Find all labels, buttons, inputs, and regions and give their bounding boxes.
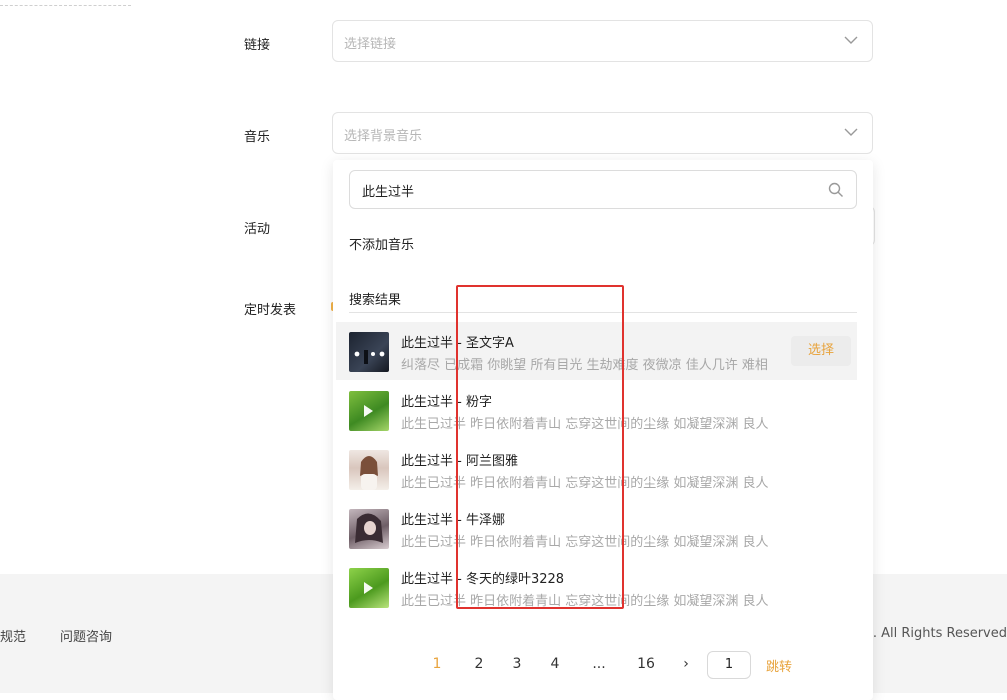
next-page-icon[interactable]: › — [676, 656, 696, 672]
music-search-input[interactable] — [362, 180, 802, 200]
song-lyric: 此生已过半 昨日依附着青山 忘穿这世间的尘缘 如凝望深渊 良人 — [401, 594, 769, 609]
chevron-up-icon — [844, 128, 858, 136]
search-icon[interactable] — [828, 182, 844, 198]
portrait-image — [360, 456, 378, 490]
page-4[interactable]: 4 — [545, 656, 565, 672]
song-title: 此生过半 - 冬天的绿叶3228 — [401, 572, 565, 587]
select-song-button[interactable]: 选择 — [791, 336, 851, 366]
page-1[interactable]: 1 — [427, 656, 447, 672]
song-title: 此生过半 - 圣文字A — [401, 336, 514, 351]
chevron-down-icon — [844, 36, 858, 44]
song-item[interactable]: 此生过半 - 阿兰图雅 此生已过半 昨日依附着青山 忘穿这世间的尘缘 如凝望深渊… — [333, 440, 857, 498]
song-cover — [349, 391, 389, 431]
footer-link-help[interactable]: 问题咨询 — [60, 626, 112, 645]
song-item[interactable]: 此生过半 - 粉字 此生已过半 昨日依附着青山 忘穿这世间的尘缘 如凝望深渊 良… — [333, 381, 857, 439]
music-search-field[interactable] — [349, 170, 857, 209]
song-title: 此生过半 - 粉字 — [401, 395, 492, 410]
page-3[interactable]: 3 — [507, 656, 527, 672]
portrait-image — [355, 513, 383, 543]
song-lyric: 此生已过半 昨日依附着青山 忘穿这世间的尘缘 如凝望深渊 良人 — [401, 476, 769, 491]
footer-copyright: nc. All Rights Reserved — [857, 626, 1007, 641]
page-jump-input[interactable]: 1 — [707, 651, 751, 679]
song-lyric: 纠落尽 已成霜 你眺望 所有目光 生劫难度 夜微凉 佳人几许 难相 — [401, 358, 768, 373]
song-cover — [349, 568, 389, 608]
link-label: 链接 — [244, 38, 271, 53]
song-cover — [349, 450, 389, 490]
activity-label: 活动 — [244, 222, 271, 237]
music-label: 音乐 — [244, 130, 271, 145]
play-icon — [364, 582, 373, 594]
link-select-placeholder: 选择链接 — [344, 37, 397, 52]
song-cover — [349, 332, 389, 372]
schedule-label: 定时发表 — [244, 303, 297, 318]
link-select[interactable]: 选择链接 — [332, 20, 873, 62]
music-select-placeholder: 选择背景音乐 — [344, 129, 423, 144]
music-dropdown: 不添加音乐 搜索结果 此生过半 - 圣文字A 纠落尽 已成霜 你眺望 所有目光 … — [333, 160, 873, 700]
footer-link-guidelines[interactable]: 规范 — [0, 626, 26, 645]
song-title: 此生过半 - 阿兰图雅 — [401, 454, 518, 469]
play-icon — [364, 405, 373, 417]
search-results-title: 搜索结果 — [349, 293, 402, 308]
jump-button[interactable]: 跳转 — [766, 656, 792, 675]
song-cover — [349, 509, 389, 549]
page-16[interactable]: 16 — [633, 656, 659, 672]
page-ellipsis[interactable]: ... — [589, 656, 609, 672]
no-music-option[interactable]: 不添加音乐 — [349, 234, 414, 253]
pagination: 1 2 3 4 ... 16 › 1 跳转 — [333, 650, 873, 680]
music-select[interactable]: 选择背景音乐 — [332, 112, 873, 154]
song-title: 此生过半 - 牛泽娜 — [401, 513, 505, 528]
song-lyric: 此生已过半 昨日依附着青山 忘穿这世间的尘缘 如凝望深渊 良人 — [401, 417, 769, 432]
divider — [349, 312, 857, 313]
song-item[interactable]: 此生过半 - 牛泽娜 此生已过半 昨日依附着青山 忘穿这世间的尘缘 如凝望深渊 … — [333, 499, 857, 557]
song-item[interactable]: 此生过半 - 圣文字A 纠落尽 已成霜 你眺望 所有目光 生劫难度 夜微凉 佳人… — [336, 322, 857, 380]
night-lights-image — [354, 350, 385, 364]
page-2[interactable]: 2 — [469, 656, 489, 672]
song-lyric: 此生已过半 昨日依附着青山 忘穿这世间的尘缘 如凝望深渊 良人 — [401, 535, 769, 550]
song-item[interactable]: 此生过半 - 冬天的绿叶3228 此生已过半 昨日依附着青山 忘穿这世间的尘缘 … — [333, 558, 857, 616]
top-dashed-border — [0, 0, 131, 6]
